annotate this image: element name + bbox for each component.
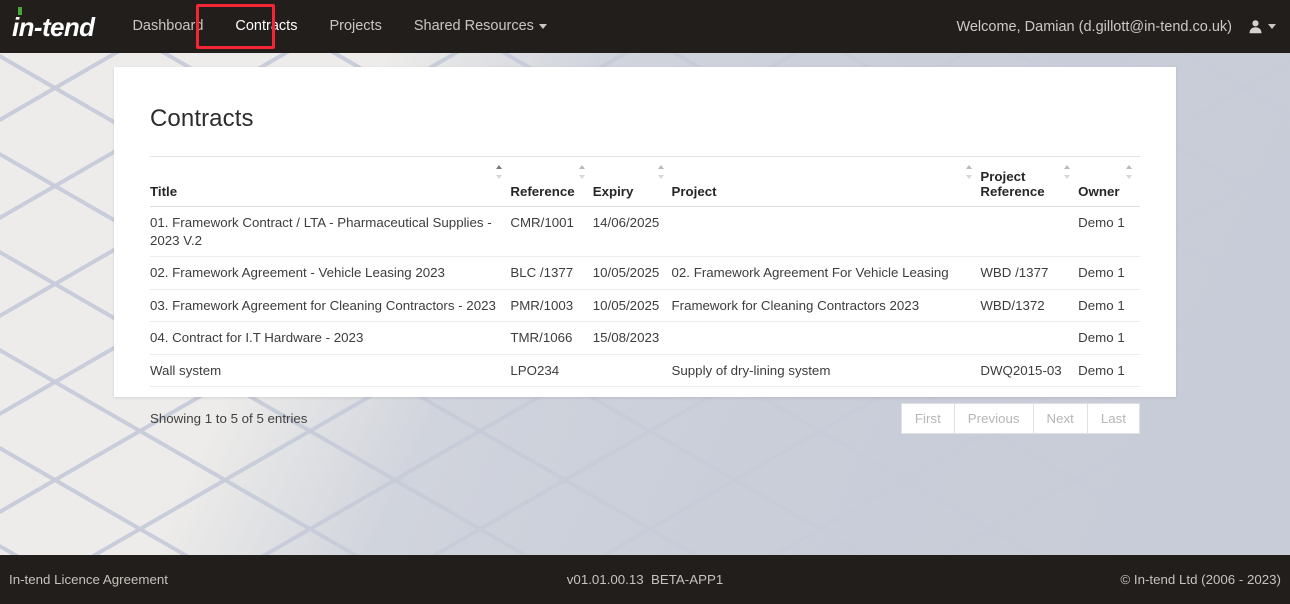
cell-title: 02. Framework Agreement - Vehicle Leasin… <box>150 257 510 290</box>
user-menu-button[interactable] <box>1248 19 1276 34</box>
column-header-project-label: Project <box>672 184 717 199</box>
cell-project: Supply of dry-lining system <box>672 354 981 387</box>
sort-icon-reference <box>579 165 586 179</box>
table-footer: Showing 1 to 5 of 5 entries First Previo… <box>150 387 1140 434</box>
column-header-project[interactable]: Project <box>672 157 981 207</box>
cell-project-reference: WBD /1377 <box>980 257 1078 290</box>
column-header-expiry-label: Expiry <box>593 184 634 199</box>
pagination-previous-button[interactable]: Previous <box>954 403 1033 434</box>
cell-expiry: 14/06/2025 <box>593 207 672 257</box>
nav-item-contracts[interactable]: Contracts <box>219 0 313 53</box>
logo-text: in-tend <box>12 12 94 42</box>
cell-owner: Demo 1 <box>1078 257 1140 290</box>
cell-owner: Demo 1 <box>1078 207 1140 257</box>
page-title: Contracts <box>114 67 1176 133</box>
cell-project: Framework for Cleaning Contractors 2023 <box>672 289 981 322</box>
column-header-reference[interactable]: Reference <box>510 157 592 207</box>
cell-reference: PMR/1003 <box>510 289 592 322</box>
cell-reference: TMR/1066 <box>510 322 592 355</box>
table-row[interactable]: 03. Framework Agreement for Cleaning Con… <box>150 289 1140 322</box>
column-header-title[interactable]: Title <box>150 157 510 207</box>
cell-owner: Demo 1 <box>1078 289 1140 322</box>
nav-item-dashboard[interactable]: Dashboard <box>116 0 219 53</box>
entries-info: Showing 1 to 5 of 5 entries <box>150 411 307 426</box>
column-header-owner-label: Owner <box>1078 184 1119 199</box>
nav-item-dashboard-label: Dashboard <box>132 18 203 34</box>
cell-project-reference <box>980 322 1078 355</box>
welcome-message: Welcome, Damian (d.gillott@in-tend.co.uk… <box>956 19 1232 35</box>
cell-project-reference: DWQ2015-03 <box>980 354 1078 387</box>
contracts-table-head: Title Reference Expiry Project <box>150 157 1140 207</box>
cell-expiry: 10/05/2025 <box>593 257 672 290</box>
sort-icon-expiry <box>658 165 665 179</box>
cell-title: Wall system <box>150 354 510 387</box>
chevron-down-icon <box>539 24 547 29</box>
pagination-next-button[interactable]: Next <box>1033 403 1087 434</box>
table-row[interactable]: 01. Framework Contract / LTA - Pharmaceu… <box>150 207 1140 257</box>
nav-item-shared-resources[interactable]: Shared Resources <box>398 0 563 53</box>
cell-project <box>672 322 981 355</box>
cell-project-reference <box>980 207 1078 257</box>
contracts-table-body: 01. Framework Contract / LTA - Pharmaceu… <box>150 207 1140 387</box>
cell-owner: Demo 1 <box>1078 322 1140 355</box>
copyright-text: © In-tend Ltd (2006 - 2023) <box>1120 572 1281 587</box>
column-header-owner[interactable]: Owner <box>1078 157 1140 207</box>
cell-title: 04. Contract for I.T Hardware - 2023 <box>150 322 510 355</box>
page-footer: In-tend Licence Agreement v01.01.00.13 B… <box>0 555 1290 604</box>
cell-reference: CMR/1001 <box>510 207 592 257</box>
column-header-project-reference-label: Project Reference <box>980 169 1044 199</box>
logo-green-dot <box>18 7 22 15</box>
cell-title: 01. Framework Contract / LTA - Pharmaceu… <box>150 207 510 257</box>
table-row[interactable]: 02. Framework Agreement - Vehicle Leasin… <box>150 257 1140 290</box>
contracts-table: Title Reference Expiry Project <box>150 157 1140 387</box>
table-row[interactable]: Wall system LPO234 Supply of dry-lining … <box>150 354 1140 387</box>
pagination-first-button[interactable]: First <box>901 403 954 434</box>
user-icon <box>1248 19 1263 34</box>
user-menu-chevron-down-icon <box>1268 24 1276 29</box>
topbar-right-group: Welcome, Damian (d.gillott@in-tend.co.uk… <box>956 19 1290 35</box>
pagination: First Previous Next Last <box>901 403 1140 434</box>
column-header-reference-label: Reference <box>510 184 574 199</box>
cell-project <box>672 207 981 257</box>
nav-item-shared-resources-label: Shared Resources <box>414 18 534 34</box>
cell-project-reference: WBD/1372 <box>980 289 1078 322</box>
cell-title: 03. Framework Agreement for Cleaning Con… <box>150 289 510 322</box>
nav-item-contracts-label: Contracts <box>235 18 297 34</box>
column-header-project-reference[interactable]: Project Reference <box>980 157 1078 207</box>
sort-icon-owner <box>1126 165 1133 179</box>
main-nav: Dashboard Contracts Projects Shared Reso… <box>116 0 562 53</box>
pagination-last-button[interactable]: Last <box>1087 403 1140 434</box>
contracts-table-container: Title Reference Expiry Project <box>150 156 1140 387</box>
table-header-row: Title Reference Expiry Project <box>150 157 1140 207</box>
cell-owner: Demo 1 <box>1078 354 1140 387</box>
sort-icon-title <box>496 165 503 179</box>
contracts-card: Contracts Title Reference Expiry <box>114 67 1176 397</box>
cell-expiry <box>593 354 672 387</box>
cell-reference: BLC /1377 <box>510 257 592 290</box>
top-navigation-bar: in-tend Dashboard Contracts Projects Sha… <box>0 0 1290 53</box>
version-info: v01.01.00.13 BETA-APP1 <box>567 572 723 587</box>
column-header-title-label: Title <box>150 184 177 199</box>
table-row[interactable]: 04. Contract for I.T Hardware - 2023 TMR… <box>150 322 1140 355</box>
nav-item-projects-label: Projects <box>329 18 381 34</box>
nav-item-projects[interactable]: Projects <box>313 0 397 53</box>
cell-reference: LPO234 <box>510 354 592 387</box>
cell-expiry: 15/08/2023 <box>593 322 672 355</box>
intend-logo[interactable]: in-tend <box>12 14 94 40</box>
cell-project: 02. Framework Agreement For Vehicle Leas… <box>672 257 981 290</box>
sort-icon-project <box>966 165 973 179</box>
cell-expiry: 10/05/2025 <box>593 289 672 322</box>
column-header-expiry[interactable]: Expiry <box>593 157 672 207</box>
licence-agreement-link[interactable]: In-tend Licence Agreement <box>9 572 168 587</box>
sort-icon-project-reference <box>1064 165 1071 179</box>
